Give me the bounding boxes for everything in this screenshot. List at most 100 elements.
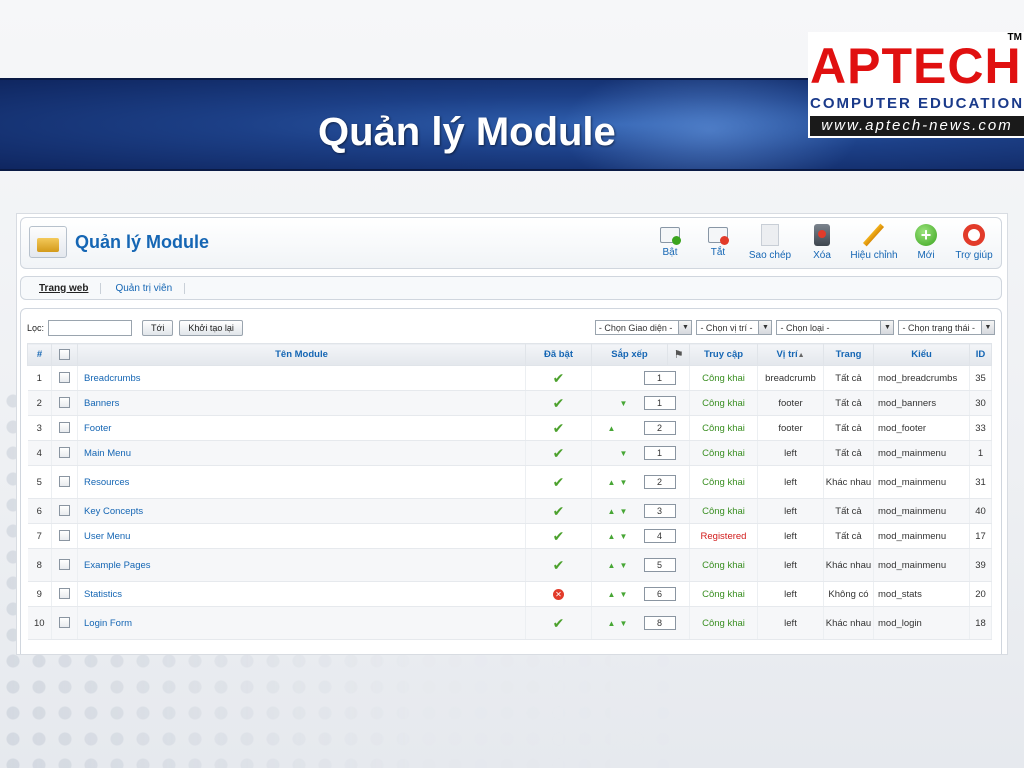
row-checkbox-cell[interactable] bbox=[51, 415, 78, 441]
access-link[interactable]: Công khai bbox=[689, 548, 758, 582]
enabled-toggle[interactable]: ✔ bbox=[525, 365, 592, 391]
help-button[interactable]: Trợ giúp bbox=[951, 222, 997, 266]
move-up-icon[interactable]: ▲ bbox=[606, 507, 618, 516]
module-name-link[interactable]: Footer bbox=[77, 415, 526, 441]
row-checkbox-cell[interactable] bbox=[51, 365, 78, 391]
move-up-icon[interactable]: ▲ bbox=[606, 424, 618, 433]
move-down-icon[interactable]: ▼ bbox=[618, 561, 630, 570]
enabled-toggle[interactable]: ✔ bbox=[525, 440, 592, 466]
access-link[interactable]: Registered bbox=[689, 523, 758, 549]
edit-button[interactable]: Hiệu chỉnh bbox=[847, 222, 901, 266]
access-link[interactable]: Công khai bbox=[689, 465, 758, 499]
enabled-toggle[interactable]: ✔ bbox=[525, 523, 592, 549]
row-checkbox-cell[interactable] bbox=[51, 548, 78, 582]
row-checkbox[interactable] bbox=[59, 372, 70, 384]
move-down-icon[interactable]: ▼ bbox=[618, 619, 630, 628]
enabled-toggle[interactable]: ✔ bbox=[525, 606, 592, 640]
order-input[interactable]: 2 bbox=[643, 421, 676, 435]
save-order-icon[interactable]: ⚑ bbox=[674, 349, 684, 361]
row-checkbox-cell[interactable] bbox=[51, 498, 78, 524]
col-pages[interactable]: Trang bbox=[823, 343, 874, 366]
col-order[interactable]: Sắp xếp bbox=[591, 343, 668, 366]
row-checkbox-cell[interactable] bbox=[51, 390, 78, 416]
check-icon[interactable]: ✔ bbox=[553, 528, 565, 544]
state-select[interactable]: - Chọn trạng thái - ▼ bbox=[898, 320, 995, 335]
module-name-link[interactable]: Statistics bbox=[77, 581, 526, 607]
row-checkbox[interactable] bbox=[59, 397, 70, 409]
order-input[interactable]: 2 bbox=[643, 475, 676, 489]
check-icon[interactable]: ✔ bbox=[553, 503, 565, 519]
access-link[interactable]: Công khai bbox=[689, 498, 758, 524]
tab-site[interactable]: Trang web bbox=[35, 282, 102, 294]
module-name-link[interactable]: Resources bbox=[77, 465, 526, 499]
disabled-x-icon[interactable]: ✕ bbox=[553, 588, 564, 600]
module-name-link[interactable]: Banners bbox=[77, 390, 526, 416]
enabled-toggle[interactable]: ✔ bbox=[525, 415, 592, 441]
move-down-icon[interactable]: ▼ bbox=[618, 399, 630, 408]
module-name-link[interactable]: Breadcrumbs bbox=[77, 365, 526, 391]
module-name-link[interactable]: Example Pages bbox=[77, 548, 526, 582]
filter-input[interactable] bbox=[48, 320, 133, 336]
enabled-toggle[interactable]: ✔ bbox=[525, 390, 592, 416]
enabled-toggle[interactable]: ✕ bbox=[525, 581, 592, 607]
access-link[interactable]: Công khai bbox=[689, 606, 758, 640]
check-icon[interactable]: ✔ bbox=[553, 615, 565, 631]
col-select-all[interactable] bbox=[51, 343, 78, 366]
move-up-icon[interactable]: ▲ bbox=[606, 590, 618, 599]
row-checkbox[interactable] bbox=[59, 505, 70, 517]
access-link[interactable]: Công khai bbox=[689, 415, 758, 441]
select-all-checkbox[interactable] bbox=[59, 348, 70, 360]
order-input[interactable]: 6 bbox=[643, 587, 676, 601]
row-checkbox[interactable] bbox=[59, 617, 70, 629]
check-icon[interactable]: ✔ bbox=[553, 445, 565, 461]
order-input[interactable]: 1 bbox=[643, 371, 676, 385]
move-up-icon[interactable]: ▲ bbox=[606, 619, 618, 628]
row-checkbox[interactable] bbox=[59, 422, 70, 434]
access-link[interactable]: Công khai bbox=[689, 440, 758, 466]
move-down-icon[interactable]: ▼ bbox=[618, 449, 630, 458]
module-name-link[interactable]: Main Menu bbox=[77, 440, 526, 466]
order-input[interactable]: 4 bbox=[643, 529, 676, 543]
check-icon[interactable]: ✔ bbox=[553, 474, 565, 490]
row-checkbox-cell[interactable] bbox=[51, 581, 78, 607]
move-down-icon[interactable]: ▼ bbox=[618, 478, 630, 487]
order-input[interactable]: 8 bbox=[643, 616, 676, 630]
col-position[interactable]: Vị trí▲ bbox=[757, 343, 824, 366]
row-checkbox-cell[interactable] bbox=[51, 440, 78, 466]
enable-button[interactable]: Bật bbox=[647, 222, 693, 266]
row-checkbox-cell[interactable] bbox=[51, 523, 78, 549]
col-save-order[interactable]: ⚑ bbox=[667, 343, 690, 366]
module-name-link[interactable]: Key Concepts bbox=[77, 498, 526, 524]
enabled-toggle[interactable]: ✔ bbox=[525, 548, 592, 582]
copy-button[interactable]: Sao chép bbox=[743, 222, 797, 266]
order-input[interactable]: 1 bbox=[643, 446, 676, 460]
type-select[interactable]: - Chọn loại - ▼ bbox=[776, 320, 895, 335]
move-down-icon[interactable]: ▼ bbox=[618, 507, 630, 516]
tab-administrator[interactable]: Quản trị viên bbox=[111, 282, 186, 294]
move-up-icon[interactable]: ▲ bbox=[606, 478, 618, 487]
row-checkbox[interactable] bbox=[59, 588, 70, 600]
check-icon[interactable]: ✔ bbox=[553, 420, 565, 436]
check-icon[interactable]: ✔ bbox=[553, 370, 565, 386]
delete-button[interactable]: Xóa bbox=[799, 222, 845, 266]
row-checkbox-cell[interactable] bbox=[51, 606, 78, 640]
col-access[interactable]: Truy cập bbox=[689, 343, 758, 366]
reset-button[interactable]: Khởi tạo lại bbox=[179, 320, 243, 336]
module-name-link[interactable]: User Menu bbox=[77, 523, 526, 549]
access-link[interactable]: Công khai bbox=[689, 581, 758, 607]
row-checkbox[interactable] bbox=[59, 447, 70, 459]
template-select[interactable]: - Chọn Giao diện - ▼ bbox=[594, 320, 693, 335]
col-type[interactable]: Kiểu bbox=[873, 343, 970, 366]
disable-button[interactable]: Tắt bbox=[695, 222, 741, 266]
access-link[interactable]: Công khai bbox=[689, 390, 758, 416]
row-checkbox[interactable] bbox=[59, 476, 70, 488]
enabled-toggle[interactable]: ✔ bbox=[525, 498, 592, 524]
go-button[interactable]: Tới bbox=[142, 320, 174, 336]
module-name-link[interactable]: Login Form bbox=[77, 606, 526, 640]
access-link[interactable]: Công khai bbox=[689, 365, 758, 391]
col-id[interactable]: ID bbox=[969, 343, 992, 366]
order-input[interactable]: 5 bbox=[643, 558, 676, 572]
row-checkbox[interactable] bbox=[59, 530, 70, 542]
row-checkbox[interactable] bbox=[59, 559, 70, 571]
check-icon[interactable]: ✔ bbox=[553, 395, 565, 411]
